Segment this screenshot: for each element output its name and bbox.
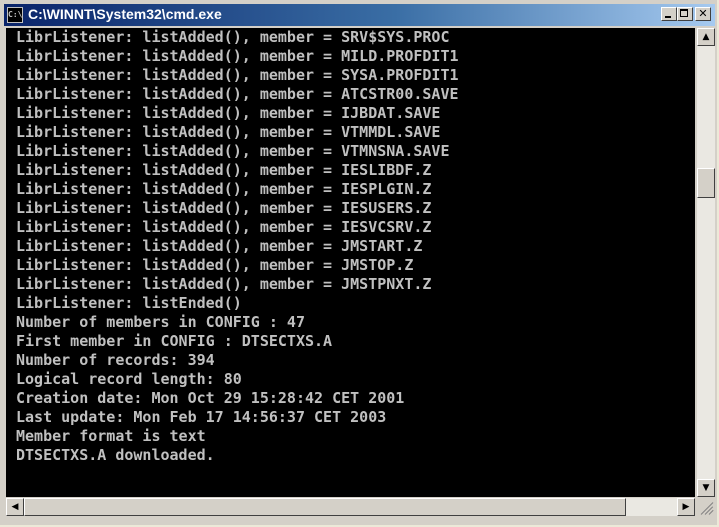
maximize-button[interactable] [677,7,693,21]
console-line: Creation date: Mon Oct 29 15:28:42 CET 2… [16,389,405,407]
console-line: LibrListener: listAdded(), member = IJBD… [16,104,441,122]
scroll-up-button[interactable]: ▲ [697,28,715,46]
console-line: Logical record length: 80 [16,370,242,388]
scroll-down-button[interactable]: ▼ [697,479,715,497]
console-line: LibrListener: listAdded(), member = SRV$… [16,28,450,46]
close-button[interactable]: ✕ [695,7,711,21]
console-window: C:\ C:\WINNT\System32\cmd.exe ✕ LibrList… [0,0,717,525]
console-line: Number of records: 394 [16,351,215,369]
console-line: Last update: Mon Feb 17 14:56:37 CET 200… [16,408,387,426]
vertical-scrollbar[interactable]: ▲ ▼ [697,28,715,497]
console-line: LibrListener: listAdded(), member = IESU… [16,199,432,217]
title-bar[interactable]: C:\ C:\WINNT\System32\cmd.exe ✕ [4,4,715,26]
arrow-right-icon: ▶ [682,502,690,512]
cmd-icon[interactable]: C:\ [7,7,23,23]
console-output[interactable]: LibrListener: listAdded(), member = SRV$… [6,28,695,497]
horizontal-scrollbar[interactable]: ◀ ▶ [6,498,695,516]
console-line: LibrListener: listAdded(), member = MILD… [16,47,459,65]
console-line: LibrListener: listAdded(), member = JMST… [16,237,423,255]
console-line: Member format is text [16,427,206,445]
scroll-left-button[interactable]: ◀ [6,498,24,516]
close-icon: ✕ [698,7,708,20]
minimize-icon [665,16,671,18]
scroll-right-button[interactable]: ▶ [677,498,695,516]
minimize-button[interactable] [661,7,677,21]
console-line: LibrListener: listAdded(), member = IESP… [16,180,432,198]
console-line: LibrListener: listAdded(), member = IESL… [16,161,432,179]
arrow-down-icon: ▼ [702,483,710,493]
maximize-icon [680,9,688,17]
console-line: LibrListener: listAdded(), member = JMST… [16,275,432,293]
console-line: DTSECTXS.A downloaded. [16,446,215,464]
console-line: LibrListener: listAdded(), member = IESV… [16,218,432,236]
arrow-left-icon: ◀ [11,502,19,512]
console-line: Number of members in CONFIG : 47 [16,313,305,331]
console-line: LibrListener: listAdded(), member = VTMM… [16,123,441,141]
arrow-up-icon: ▲ [702,32,710,42]
window-title: C:\WINNT\System32\cmd.exe [28,6,222,22]
console-line: LibrListener: listAdded(), member = SYSA… [16,66,459,84]
console-line: LibrListener: listAdded(), member = ATCS… [16,85,459,103]
console-line: LibrListener: listAdded(), member = VTMN… [16,142,450,160]
horizontal-scroll-thumb[interactable] [24,498,626,516]
console-line: LibrListener: listAdded(), member = JMST… [16,256,414,274]
console-line: LibrListener: listEnded() [16,294,242,312]
vertical-scroll-thumb[interactable] [697,168,715,198]
resize-grip[interactable] [697,498,715,516]
console-line: First member in CONFIG : DTSECTXS.A [16,332,333,350]
